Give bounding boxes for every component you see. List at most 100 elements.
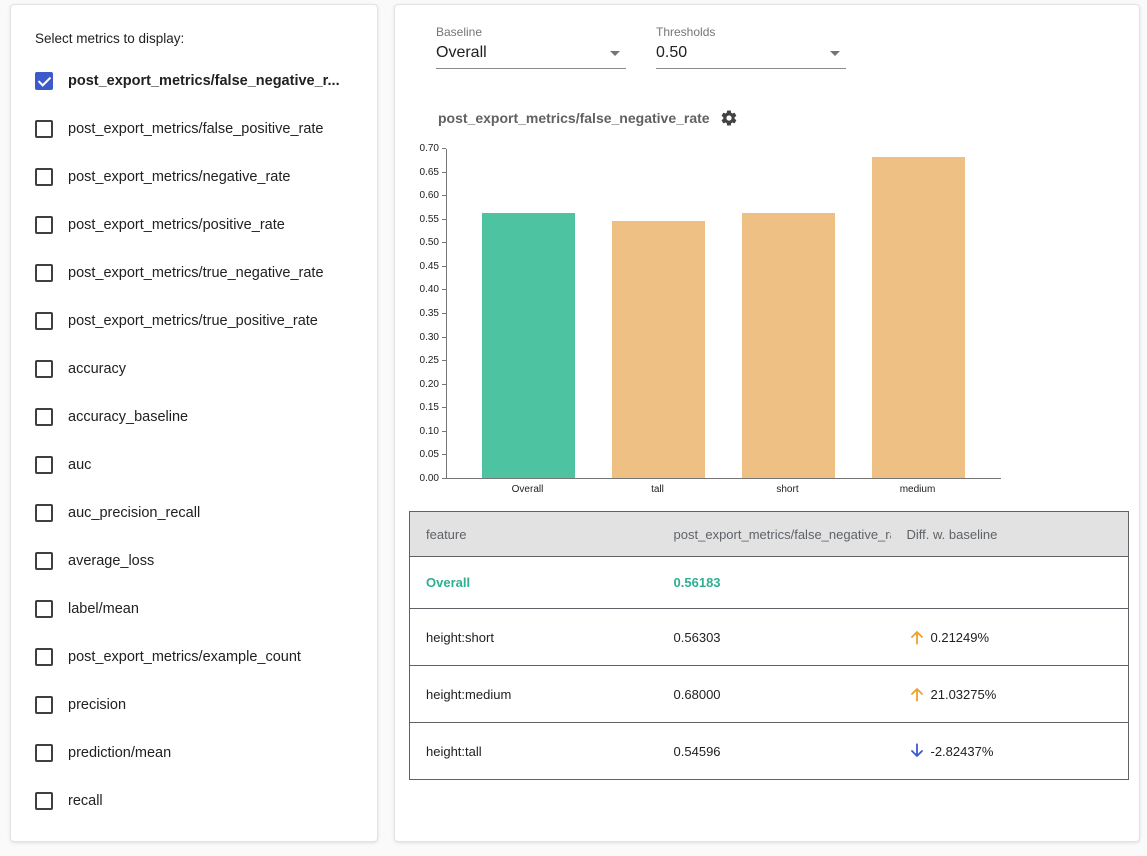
metric-item[interactable]: post_export_metrics/example_count [35, 633, 353, 681]
y-axis-tick-label: 0.10 [420, 426, 439, 437]
checkbox-unchecked-icon[interactable] [35, 360, 53, 378]
metric-label: precision [68, 697, 126, 713]
metric-item[interactable]: auc [35, 441, 353, 489]
metric-item[interactable]: post_export_metrics/true_positive_rate [35, 297, 353, 345]
y-axis-tick-label: 0.50 [420, 237, 439, 248]
metric-item[interactable]: post_export_metrics/false_negative_r... [35, 57, 353, 105]
checkbox-unchecked-icon[interactable] [35, 696, 53, 714]
metric-value-cell: 0.68000 [658, 666, 891, 723]
x-axis-labels: Overalltallshortmedium [446, 479, 1129, 497]
metric-item[interactable]: recall [35, 777, 353, 825]
metric-label: post_export_metrics/false_negative_r... [68, 73, 340, 89]
metric-value-cell: 0.54596 [658, 723, 891, 780]
baseline-select-label: Baseline [436, 25, 626, 39]
checkbox-unchecked-icon[interactable] [35, 312, 53, 330]
feature-cell: Overall [410, 557, 658, 609]
controls-row: Baseline Overall Thresholds 0.50 [436, 25, 1129, 69]
metric-label: average_loss [68, 553, 154, 569]
metric-label: recall [68, 793, 103, 809]
y-axis: 0.000.050.100.150.200.250.300.350.400.45… [409, 149, 446, 479]
checkbox-unchecked-icon[interactable] [35, 408, 53, 426]
metric-item[interactable]: post_export_metrics/true_negative_rate [35, 249, 353, 297]
checkbox-unchecked-icon[interactable] [35, 216, 53, 234]
metric-selector-panel: Select metrics to display: post_export_m… [10, 4, 378, 842]
baseline-select[interactable]: Baseline Overall [436, 25, 626, 69]
thresholds-select-label: Thresholds [656, 25, 846, 39]
metric-item[interactable]: prediction/mean [35, 729, 353, 777]
metric-item[interactable]: post_export_metrics/negative_rate [35, 153, 353, 201]
table-row: height:tall0.54596-2.82437% [410, 723, 1129, 780]
checkbox-unchecked-icon[interactable] [35, 168, 53, 186]
checkbox-unchecked-icon[interactable] [35, 552, 53, 570]
diff-value: 0.21249% [931, 630, 990, 645]
bar-medium[interactable] [872, 157, 965, 478]
metrics-list: post_export_metrics/false_negative_r...p… [35, 57, 353, 825]
table-row: height:medium0.6800021.03275% [410, 666, 1129, 723]
metric-label: auc_precision_recall [68, 505, 200, 521]
bar-short[interactable] [742, 213, 835, 478]
table-row: height:short0.563030.21249% [410, 609, 1129, 666]
metric-item[interactable]: auc_precision_recall [35, 489, 353, 537]
checkbox-unchecked-icon[interactable] [35, 792, 53, 810]
gear-icon[interactable] [720, 109, 738, 127]
table-header-metric: post_export_metrics/false_negative_rat..… [658, 512, 891, 557]
y-axis-tick-label: 0.15 [420, 402, 439, 413]
diff-cell: 0.21249% [891, 609, 1129, 666]
checkbox-unchecked-icon[interactable] [35, 456, 53, 474]
x-axis-label: Overall [481, 484, 574, 495]
metric-item[interactable]: accuracy_baseline [35, 393, 353, 441]
diff-cell: -2.82437% [891, 723, 1129, 780]
bar-overall[interactable] [482, 213, 575, 478]
metric-label: post_export_metrics/true_positive_rate [68, 313, 318, 329]
y-axis-tick-label: 0.25 [420, 355, 439, 366]
table-header-row: feature post_export_metrics/false_negati… [410, 512, 1129, 557]
thresholds-select[interactable]: Thresholds 0.50 [656, 25, 846, 69]
trend-up-icon [907, 627, 927, 647]
y-axis-tick-label: 0.70 [420, 143, 439, 154]
checkbox-unchecked-icon[interactable] [35, 504, 53, 522]
metric-label: prediction/mean [68, 745, 171, 761]
y-axis-tick-label: 0.00 [420, 473, 439, 484]
diff-value: 21.03275% [931, 687, 997, 702]
y-axis-tick-label: 0.40 [420, 284, 439, 295]
metric-label: post_export_metrics/false_positive_rate [68, 121, 324, 137]
metric-item[interactable]: label/mean [35, 585, 353, 633]
checkbox-unchecked-icon[interactable] [35, 600, 53, 618]
bar-tall[interactable] [612, 221, 705, 478]
metric-item[interactable]: average_loss [35, 537, 353, 585]
metric-label: post_export_metrics/example_count [68, 649, 301, 665]
metric-label: accuracy_baseline [68, 409, 188, 425]
chevron-down-icon [830, 51, 840, 56]
metric-value-cell: 0.56183 [658, 557, 891, 609]
y-axis-tick-label: 0.45 [420, 261, 439, 272]
checkbox-unchecked-icon[interactable] [35, 120, 53, 138]
metric-label: post_export_metrics/true_negative_rate [68, 265, 324, 281]
metric-item[interactable]: post_export_metrics/false_positive_rate [35, 105, 353, 153]
table-header-feature: feature [410, 512, 658, 557]
trend-up-icon [907, 684, 927, 704]
y-axis-tick-label: 0.30 [420, 332, 439, 343]
y-axis-tick-label: 0.60 [420, 190, 439, 201]
chart-title: post_export_metrics/false_negative_rate [438, 110, 710, 126]
trend-down-icon [907, 741, 927, 761]
metrics-table: feature post_export_metrics/false_negati… [409, 511, 1129, 780]
metric-item[interactable]: accuracy [35, 345, 353, 393]
checkbox-unchecked-icon[interactable] [35, 744, 53, 762]
table-header-diff: Diff. w. baseline [891, 512, 1129, 557]
diff-cell [891, 557, 1129, 609]
metric-item[interactable]: precision [35, 681, 353, 729]
x-axis-label: tall [611, 484, 704, 495]
checkbox-unchecked-icon[interactable] [35, 264, 53, 282]
metrics-heading: Select metrics to display: [35, 31, 353, 46]
metric-label: post_export_metrics/positive_rate [68, 217, 285, 233]
metric-item[interactable]: post_export_metrics/positive_rate [35, 201, 353, 249]
metric-label: label/mean [68, 601, 139, 617]
results-panel: Baseline Overall Thresholds 0.50 post_ex… [394, 4, 1140, 842]
chart-header: post_export_metrics/false_negative_rate [438, 109, 1129, 127]
checkbox-checked-icon[interactable] [35, 72, 53, 90]
metric-label: auc [68, 457, 91, 473]
thresholds-select-value: 0.50 [656, 44, 687, 62]
checkbox-unchecked-icon[interactable] [35, 648, 53, 666]
diff-value: -2.82437% [931, 744, 994, 759]
table-row: Overall0.56183 [410, 557, 1129, 609]
